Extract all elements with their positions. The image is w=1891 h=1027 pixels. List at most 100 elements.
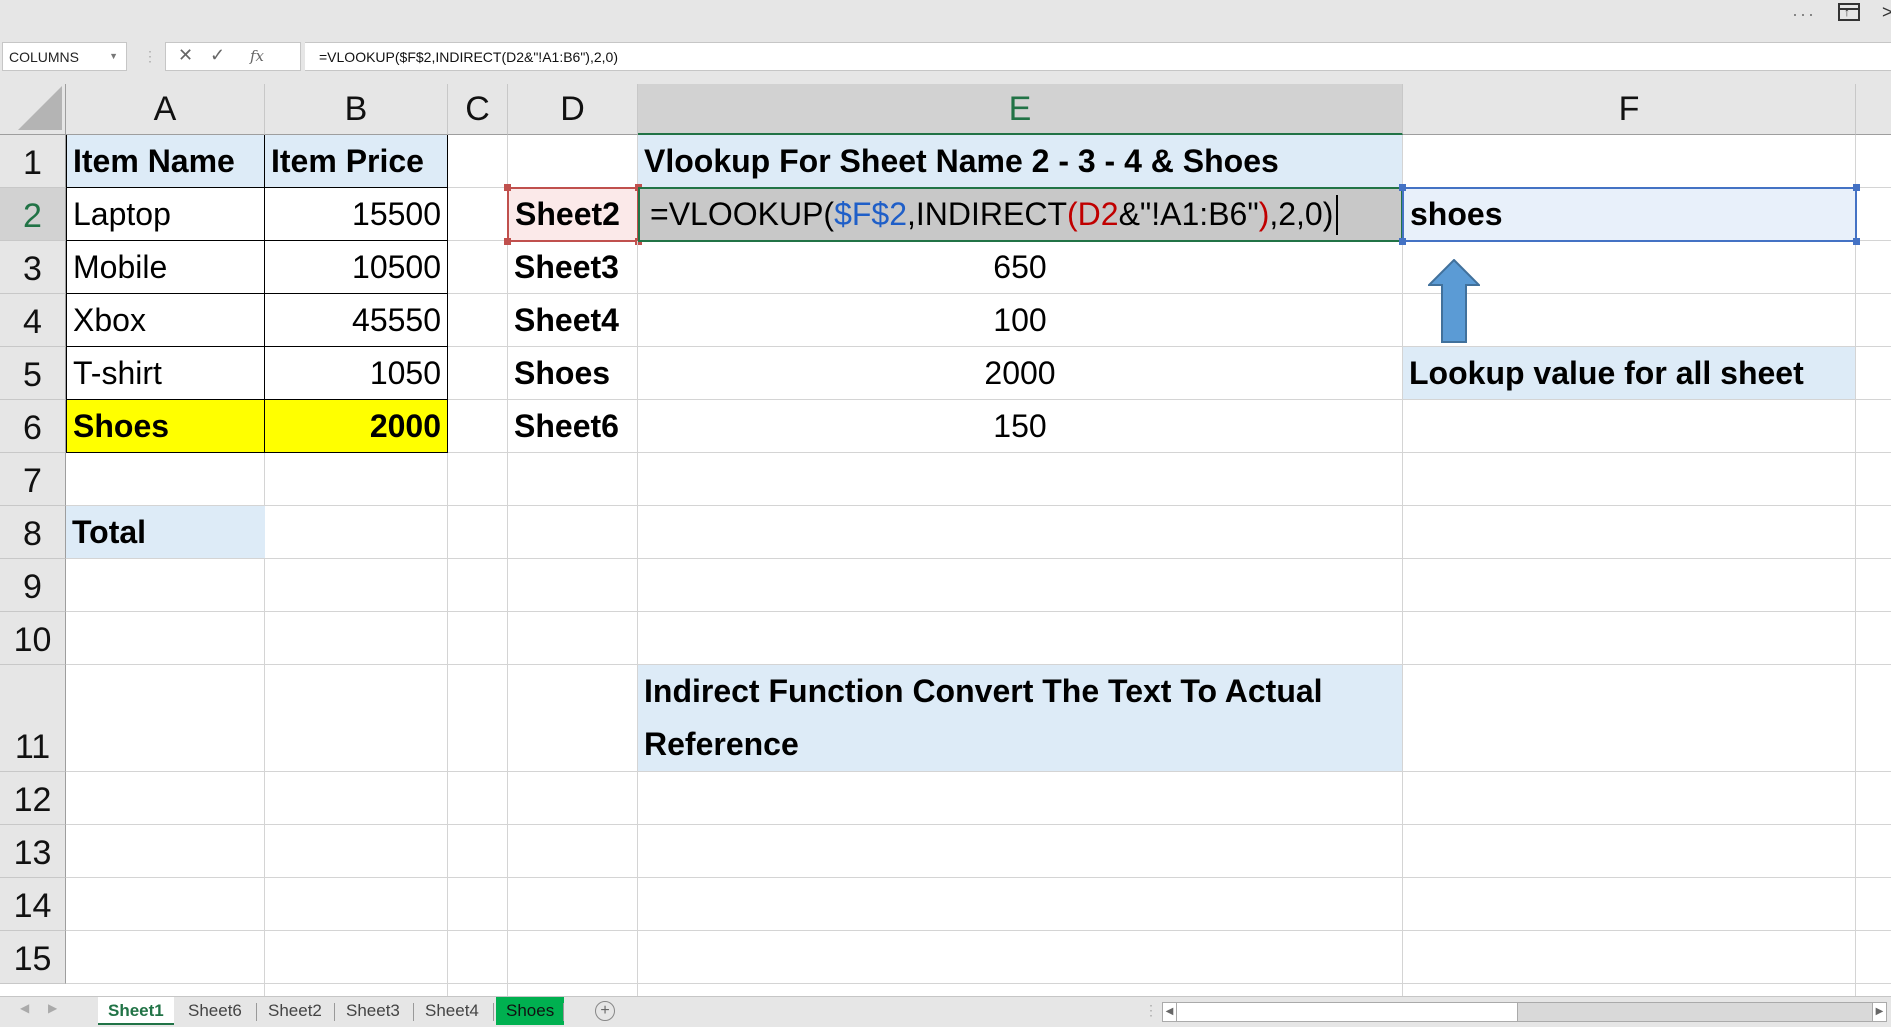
close-icon[interactable]: > <box>1882 2 1891 23</box>
column-header-g[interactable] <box>1856 84 1891 135</box>
cell-a1[interactable]: Item Name <box>66 135 265 188</box>
column-header-d[interactable]: D <box>508 84 638 135</box>
tab-scroll-right-icon[interactable]: ▶ <box>48 1001 57 1015</box>
cell-a4[interactable]: Xbox <box>66 294 265 347</box>
cell-d5[interactable]: Shoes <box>508 347 638 400</box>
text-cursor <box>1336 194 1339 235</box>
row-header[interactable]: 4 <box>0 294 66 347</box>
gridline-horizontal <box>66 930 1891 931</box>
row-header[interactable]: 6 <box>0 400 66 453</box>
row-header[interactable]: 7 <box>0 453 66 506</box>
sheet-tab-sheet4[interactable]: Sheet4 <box>415 997 489 1025</box>
cell-a8[interactable]: Total <box>66 506 265 559</box>
tab-scroll-left-icon[interactable]: ◀ <box>20 1001 29 1015</box>
column-header-b[interactable]: B <box>265 84 448 135</box>
column-header-e[interactable]: E <box>638 84 1403 135</box>
tab-separator <box>563 1003 564 1021</box>
cell-a5[interactable]: T-shirt <box>66 347 265 400</box>
range-handle[interactable] <box>504 184 511 191</box>
gridline-horizontal <box>66 505 1891 506</box>
insert-function-icon[interactable]: fx <box>250 47 264 65</box>
chevron-down-icon[interactable]: ▼ <box>109 51 118 61</box>
ribbon-display-options-icon[interactable] <box>1838 3 1860 21</box>
row-header[interactable]: 14 <box>0 878 66 931</box>
cell-b3[interactable]: 10500 <box>265 241 448 294</box>
title-strip: ··· > <box>0 0 1891 36</box>
formula-input[interactable]: =VLOOKUP($F$2,INDIRECT(D2&"!A1:B6"),2,0) <box>305 42 1891 71</box>
name-box[interactable]: COLUMNS ▼ <box>2 42 127 71</box>
cell-f2[interactable]: shoes <box>1402 187 1857 242</box>
gridline-horizontal <box>66 877 1891 878</box>
row-header[interactable]: 15 <box>0 931 66 984</box>
sheet-tab-sheet1[interactable]: Sheet1 <box>98 997 174 1025</box>
row-header[interactable]: 8 <box>0 506 66 559</box>
sheet-tab-shoes[interactable]: Shoes <box>496 997 565 1025</box>
formula-bar-splitter[interactable]: ⋮ <box>143 46 157 66</box>
range-handle[interactable] <box>1399 238 1406 245</box>
cell-e5[interactable]: 2000 <box>638 347 1403 400</box>
row-header[interactable]: 2 <box>0 188 66 241</box>
row-header[interactable]: 1 <box>0 135 66 188</box>
gridline-horizontal <box>66 558 1891 559</box>
cell-d6[interactable]: Sheet6 <box>508 400 638 453</box>
formula-paren: ( <box>1067 196 1078 232</box>
cell-b2[interactable]: 15500 <box>265 188 448 241</box>
formula-part: ,2,0) <box>1269 196 1334 232</box>
formula-part: =VLOOKUP( <box>650 196 835 232</box>
row-header[interactable]: 10 <box>0 612 66 665</box>
cell-d2[interactable]: Sheet2 <box>507 187 639 242</box>
tab-splitter[interactable]: ⋮ <box>1144 1002 1158 1022</box>
sheet-tab-sheet3[interactable]: Sheet3 <box>336 997 410 1025</box>
cell-e3[interactable]: 650 <box>638 241 1403 294</box>
cell-e2-editor[interactable]: =VLOOKUP($F$2 ,INDIRECT(D2 &"!A1:B6") ,2,0) <box>638 187 1403 242</box>
scroll-left-icon[interactable]: ◀ <box>1163 1003 1177 1021</box>
name-box-value: COLUMNS <box>9 49 80 65</box>
cell-b5[interactable]: 1050 <box>265 347 448 400</box>
row-header[interactable]: 11 <box>0 665 66 772</box>
cell-d3[interactable]: Sheet3 <box>508 241 638 294</box>
row-header[interactable]: 3 <box>0 241 66 294</box>
range-handle[interactable] <box>1399 184 1406 191</box>
cancel-icon[interactable]: ✕ <box>178 45 193 66</box>
scrollbar-thumb[interactable] <box>1177 1003 1518 1021</box>
row-header[interactable]: 12 <box>0 772 66 825</box>
column-header-c[interactable]: C <box>448 84 508 135</box>
cell-e4[interactable]: 100 <box>638 294 1403 347</box>
row-header[interactable]: 5 <box>0 347 66 400</box>
tab-separator <box>493 1003 494 1021</box>
formula-ref-d2: D2 <box>1077 196 1119 232</box>
cell-d4[interactable]: Sheet4 <box>508 294 638 347</box>
sheet-tab-sheet6[interactable]: Sheet6 <box>178 997 252 1025</box>
sheet-tab-bar: ◀ ▶ Sheet1 Sheet6 Sheet2 Sheet3 Sheet4 S… <box>0 996 1891 1027</box>
range-handle[interactable] <box>1853 184 1860 191</box>
range-handle[interactable] <box>1853 238 1860 245</box>
gridline-horizontal <box>66 611 1891 612</box>
cell-b6[interactable]: 2000 <box>265 400 448 453</box>
horizontal-scrollbar[interactable]: ◀ ▶ <box>1162 1002 1887 1022</box>
cell-e1[interactable]: Vlookup For Sheet Name 2 - 3 - 4 & Shoes <box>638 135 1403 188</box>
more-options-icon[interactable]: ··· <box>1792 4 1816 25</box>
worksheet-grid: A B C D E F 1 2 3 4 5 6 7 8 9 10 11 12 1… <box>0 84 1891 996</box>
cell-f5[interactable]: Lookup value for all sheet <box>1403 347 1856 400</box>
add-sheet-button[interactable]: + <box>595 1001 615 1021</box>
cell-e6[interactable]: 150 <box>638 400 1403 453</box>
column-header-a[interactable]: A <box>66 84 265 135</box>
cell-a3[interactable]: Mobile <box>66 241 265 294</box>
up-arrow-shape[interactable] <box>1428 259 1480 343</box>
excel-window: ··· > COLUMNS ▼ ⋮ ✕ ✓ fx =VLOOKUP($F$2,I… <box>0 0 1891 1027</box>
cell-b4[interactable]: 45550 <box>265 294 448 347</box>
select-all-button[interactable] <box>0 84 66 135</box>
tab-separator <box>256 1003 257 1021</box>
row-header[interactable]: 9 <box>0 559 66 612</box>
sheet-tab-sheet2[interactable]: Sheet2 <box>258 997 332 1025</box>
cell-a2[interactable]: Laptop <box>66 188 265 241</box>
check-icon[interactable]: ✓ <box>210 45 225 66</box>
formula-part: ,INDIRECT <box>907 196 1067 232</box>
cell-e11[interactable]: Indirect Function Convert The Text To Ac… <box>638 665 1403 772</box>
scroll-right-icon[interactable]: ▶ <box>1872 1003 1886 1021</box>
column-header-f[interactable]: F <box>1403 84 1856 135</box>
cell-b1[interactable]: Item Price <box>265 135 448 188</box>
row-header[interactable]: 13 <box>0 825 66 878</box>
cell-a6[interactable]: Shoes <box>66 400 265 453</box>
formula-paren: ) <box>1258 196 1270 232</box>
